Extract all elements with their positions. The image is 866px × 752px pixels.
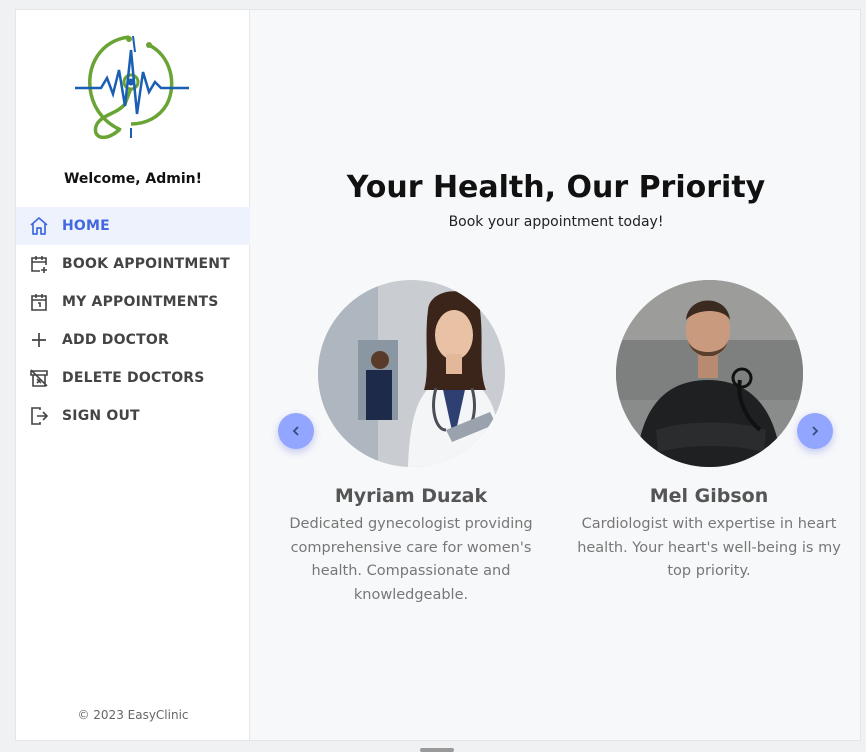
chevron-right-icon <box>812 426 819 436</box>
doctor-description: Cardiologist with expertise in heart hea… <box>577 516 841 579</box>
sidebar-item-label: DELETE DOCTORS <box>62 370 205 386</box>
sidebar-item-book-appointment[interactable]: BOOK APPOINTMENT <box>16 245 250 283</box>
plus-icon <box>28 329 50 351</box>
doctor-description: Dedicated gynecologist providing compreh… <box>289 516 533 603</box>
sidebar-item-label: ADD DOCTOR <box>62 332 169 348</box>
page-title: Your Health, Our Priority <box>346 170 766 205</box>
calendar-day-icon <box>28 291 50 313</box>
doctor-name: Myriam Duzak <box>334 485 488 507</box>
doctor-card: Myriam Duzak Dedicated gynecologist prov… <box>266 280 556 607</box>
sidebar: Welcome, Admin! HOME BOOK APPOINTMENT MY… <box>16 10 250 740</box>
horizontal-scrollbar[interactable] <box>420 748 454 752</box>
home-icon <box>28 215 50 237</box>
sidebar-item-add-doctor[interactable]: ADD DOCTOR <box>16 321 250 359</box>
carousel-prev-button[interactable] <box>278 413 314 449</box>
sidebar-item-home[interactable]: HOME <box>16 207 250 245</box>
chevron-left-icon <box>292 426 299 436</box>
sidebar-item-label: MY APPOINTMENTS <box>62 294 219 310</box>
doctor-name: Mel Gibson <box>649 485 769 507</box>
page-subtitle: Book your appointment today! <box>448 214 664 230</box>
sidebar-item-delete-doctors[interactable]: DELETE DOCTORS <box>16 359 250 397</box>
sidebar-item-my-appointments[interactable]: MY APPOINTMENTS <box>16 283 250 321</box>
sidebar-nav: HOME BOOK APPOINTMENT MY APPOINTMENTS AD… <box>16 207 250 435</box>
archive-x-icon <box>28 367 50 389</box>
sidebar-item-label: HOME <box>62 218 110 234</box>
sidebar-item-label: SIGN OUT <box>62 408 140 424</box>
clinic-logo <box>73 32 191 148</box>
welcome-message: Welcome, Admin! <box>63 171 203 187</box>
sidebar-item-sign-out[interactable]: SIGN OUT <box>16 397 250 435</box>
app-window: Welcome, Admin! HOME BOOK APPOINTMENT MY… <box>15 9 861 741</box>
carousel-next-button[interactable] <box>797 413 833 449</box>
doctor-photo <box>317 280 505 467</box>
sidebar-item-label: BOOK APPOINTMENT <box>62 256 230 272</box>
main-content: Your Health, Our Priority Book your appo… <box>251 10 861 740</box>
copyright-footer: © 2023 EasyClinic <box>77 708 189 722</box>
sign-out-icon <box>28 405 50 427</box>
doctor-photo <box>615 280 803 467</box>
calendar-plus-icon <box>28 253 50 275</box>
